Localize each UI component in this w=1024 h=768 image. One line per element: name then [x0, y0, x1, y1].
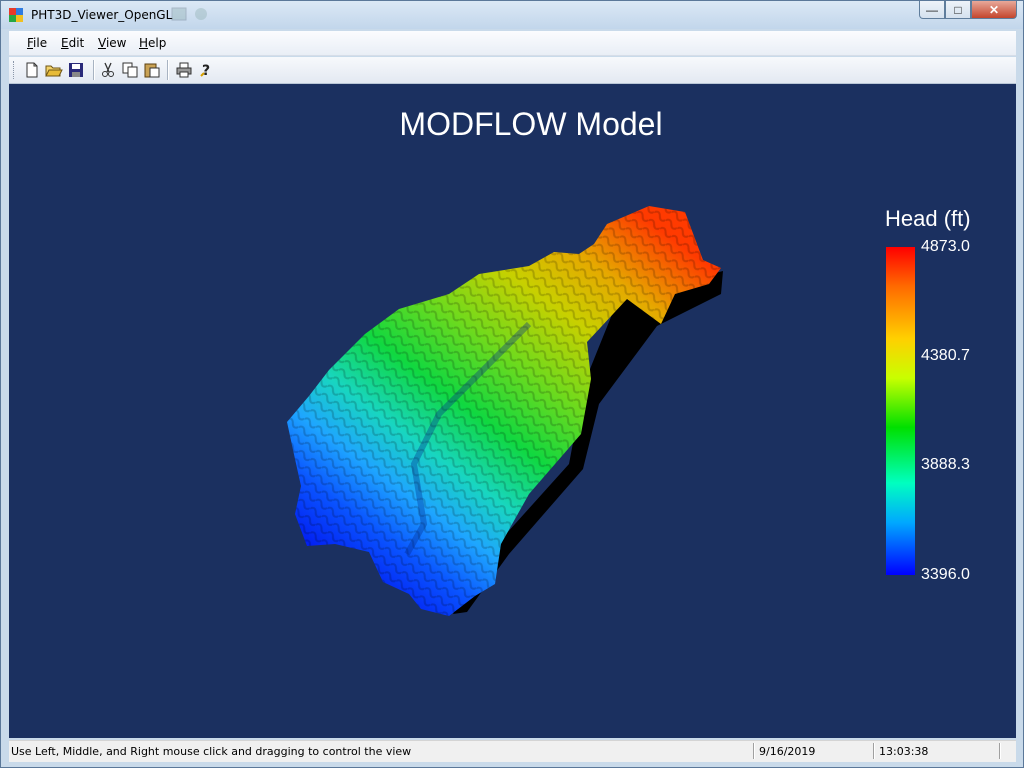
menu-view-accel: V: [98, 36, 106, 50]
ghost-icon: [193, 7, 209, 21]
open-button[interactable]: [45, 61, 63, 79]
close-button[interactable]: ✕: [971, 1, 1017, 19]
menu-file-rest: ile: [33, 36, 48, 50]
menu-bar: File Edit View Help: [9, 31, 1016, 56]
open-folder-icon: [45, 65, 63, 77]
toolbar-separator: [93, 60, 95, 80]
status-divider: [999, 743, 1001, 759]
legend-tick-max: 4873.0: [921, 238, 970, 255]
maximize-icon: □: [954, 2, 962, 17]
menu-view-rest: iew: [105, 36, 127, 50]
title-bar[interactable]: PHT3D_Viewer_OpenGL — □ ✕: [1, 1, 1023, 29]
menu-edit-rest: dit: [68, 36, 85, 50]
status-message: Use Left, Middle, and Right mouse click …: [11, 745, 412, 758]
status-date: 9/16/2019: [759, 745, 816, 758]
legend-title: Head (ft): [885, 206, 971, 231]
legend-colorbar: [886, 247, 915, 575]
status-divider: [873, 743, 875, 759]
minimize-button[interactable]: —: [919, 1, 945, 19]
minimize-icon: —: [926, 2, 938, 17]
toolbar-separator: [167, 60, 169, 80]
help-button[interactable]: ?: [197, 61, 215, 79]
new-file-button[interactable]: [23, 61, 41, 79]
toolbar-grip[interactable]: [13, 61, 17, 79]
app-icon: [9, 8, 23, 22]
menu-edit-accel: E: [61, 36, 69, 50]
status-bar: Use Left, Middle, and Right mouse click …: [9, 740, 1016, 762]
menu-file[interactable]: File: [27, 36, 47, 50]
menu-view[interactable]: View: [98, 36, 126, 50]
paste-button[interactable]: [143, 61, 161, 79]
paste-icon: [144, 63, 160, 78]
legend-tick-min: 3396.0: [921, 566, 970, 583]
app-window: PHT3D_Viewer_OpenGL — □ ✕ File Edit View…: [0, 0, 1024, 768]
toolbar: ?: [9, 57, 1016, 84]
status-divider: [753, 743, 755, 759]
legend-tick: 4380.7: [921, 347, 970, 364]
menu-help-accel: H: [139, 36, 149, 50]
svg-text:?: ?: [202, 63, 210, 78]
opengl-viewport[interactable]: MODFLOW Model Head (ft) 4873.0 4380.7 38…: [9, 84, 1016, 738]
help-icon: ?: [200, 63, 210, 78]
cut-icon: [102, 62, 114, 77]
print-button[interactable]: [175, 61, 193, 79]
cut-button[interactable]: [99, 61, 117, 79]
window-title: PHT3D_Viewer_OpenGL: [31, 8, 173, 22]
new-file-icon: [26, 62, 38, 78]
copy-icon: [122, 62, 138, 78]
save-button[interactable]: [67, 61, 85, 79]
ghost-icon: [171, 7, 187, 21]
close-icon: ✕: [988, 2, 1000, 17]
menu-edit[interactable]: Edit: [61, 36, 84, 50]
print-icon: [176, 62, 192, 78]
menu-help[interactable]: Help: [139, 36, 166, 50]
status-time: 13:03:38: [879, 745, 929, 758]
save-icon: [69, 63, 83, 77]
copy-button[interactable]: [121, 61, 139, 79]
menu-help-rest: elp: [148, 36, 167, 50]
model-render[interactable]: [9, 84, 1016, 738]
maximize-button[interactable]: □: [945, 1, 971, 19]
legend-tick: 3888.3: [921, 456, 970, 473]
